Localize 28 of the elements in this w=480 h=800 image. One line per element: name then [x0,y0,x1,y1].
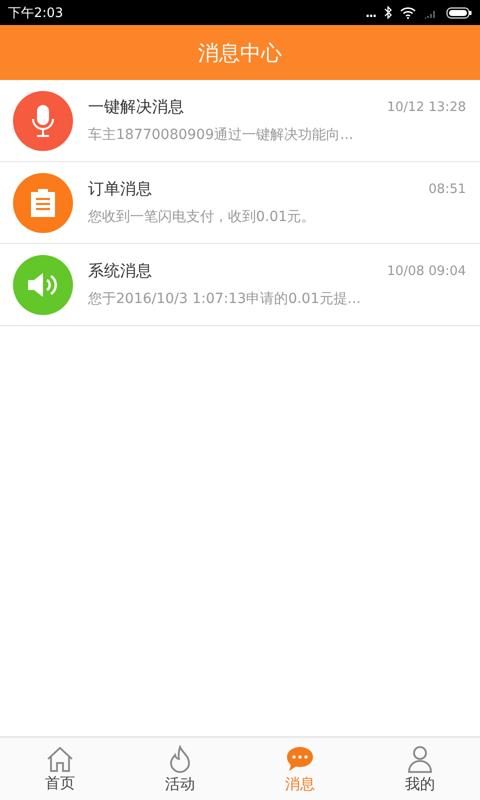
message-item[interactable]: 订单消息 08:51 您收到一笔闪电支付，收到0.01元。 [0,162,480,244]
microphone-icon [31,104,55,138]
message-item[interactable]: 系统消息 10/08 09:04 您于2016/10/3 1:07:13申请的0.01元提... [0,244,480,326]
page-title: 消息中心 [198,40,282,66]
battery-icon [446,6,472,18]
bluetooth-icon [384,6,392,19]
message-title: 一键解决消息 [88,97,184,118]
speaker-icon [27,270,59,298]
home-icon [46,746,74,772]
message-preview: 您收到一笔闪电支付，收到0.01元。 [88,208,316,226]
message-title: 系统消息 [88,261,152,282]
message-item[interactable]: 一键解决消息 10/12 13:28 车主18770080909通过一键解决功能向... [0,80,480,162]
chat-bubble-icon [285,744,315,772]
overflow-indicator: ... [365,6,376,20]
message-preview: 车主18770080909通过一键解决功能向... [88,126,354,144]
nav-tab[interactable]: 首页 [0,738,120,800]
message-title: 订单消息 [88,179,152,200]
message-preview: 您于2016/10/3 1:07:13申请的0.01元提... [88,290,362,308]
clipboard-icon [30,188,56,218]
message-time: 08:51 [428,182,466,197]
nav-tab[interactable]: 活动 [120,738,240,800]
status-time: 下午2:03 [8,4,64,22]
wifi-icon [400,6,416,18]
message-time: 10/12 13:28 [386,100,466,115]
flame-icon [168,744,192,772]
nav-tab[interactable]: 我的 [360,738,480,800]
message-time: 10/08 09:04 [386,264,466,279]
person-icon [407,744,433,772]
